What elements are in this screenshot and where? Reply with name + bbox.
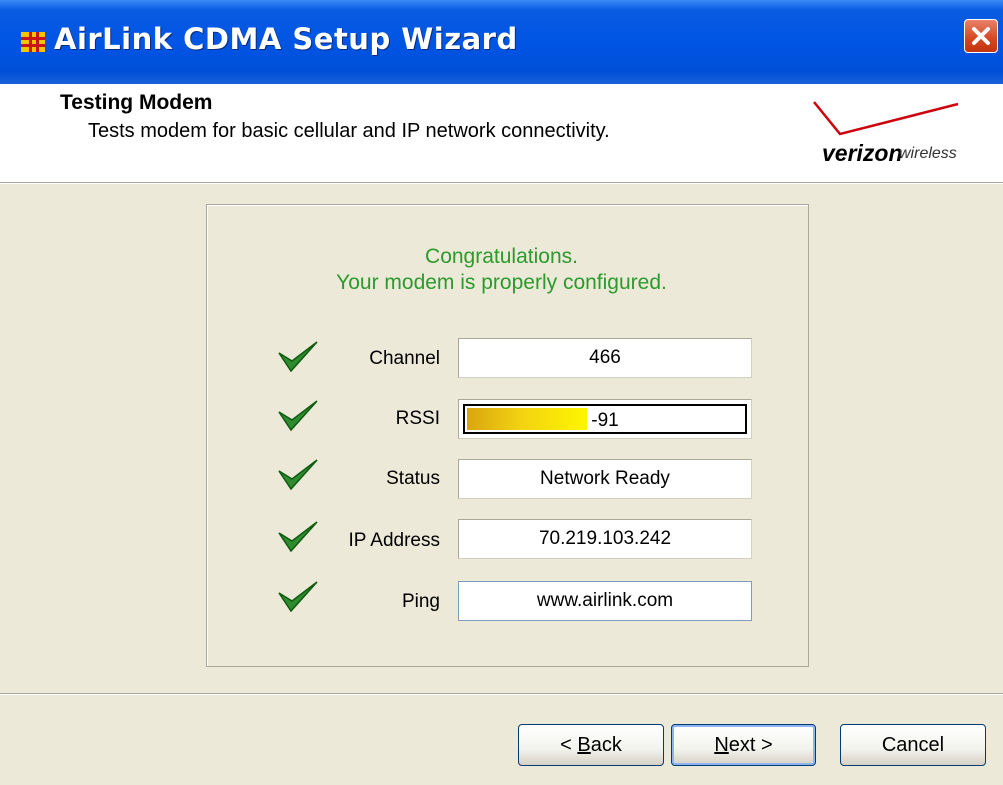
channel-label: Channel <box>369 348 440 369</box>
rssi-value: -91 <box>591 410 619 431</box>
status-field: Network Ready <box>458 459 752 499</box>
logo-brand: verizon <box>822 140 903 166</box>
title-bar[interactable]: AirLink CDMA Setup Wizard <box>0 0 1003 84</box>
channel-field: 466 <box>458 338 752 378</box>
cancel-button[interactable]: Cancel <box>840 724 986 766</box>
status-label: Status <box>386 468 440 489</box>
next-button[interactable]: Next > <box>671 724 816 766</box>
congrats-line-1: Congratulations. <box>425 245 578 268</box>
logo-suffix: wireless <box>899 145 957 162</box>
ip-address-label: IP Address <box>348 530 440 551</box>
back-button-prefix: < <box>560 734 578 756</box>
ping-label: Ping <box>401 591 440 612</box>
congrats-line-2: Your modem is properly configured. <box>336 271 667 294</box>
ping-field: www.airlink.com <box>458 581 752 621</box>
close-icon <box>972 27 990 45</box>
footer-divider <box>0 693 1003 695</box>
rssi-bar: -91 <box>463 404 747 434</box>
airlink-app-icon <box>21 32 45 52</box>
back-button-mnemonic: B <box>577 734 591 756</box>
ip-address-field: 70.219.103.242 <box>458 519 752 559</box>
rssi-label: RSSI <box>395 408 440 429</box>
header-divider <box>0 182 1003 184</box>
window-title: AirLink CDMA Setup Wizard <box>54 22 518 56</box>
close-button[interactable] <box>964 19 998 53</box>
next-button-rest: ext > <box>728 734 773 756</box>
page-title: Testing Modem <box>60 91 213 114</box>
verizon-wireless-logo: verizon wireless <box>808 100 998 178</box>
back-button[interactable]: < Back <box>518 724 664 766</box>
rssi-meter: -91 <box>458 399 752 439</box>
back-button-rest: ack <box>590 734 622 756</box>
page-subtitle: Tests modem for basic cellular and IP ne… <box>88 120 610 142</box>
wizard-header: Testing Modem Tests modem for basic cell… <box>0 84 1003 182</box>
next-button-mnemonic: N <box>714 734 729 756</box>
